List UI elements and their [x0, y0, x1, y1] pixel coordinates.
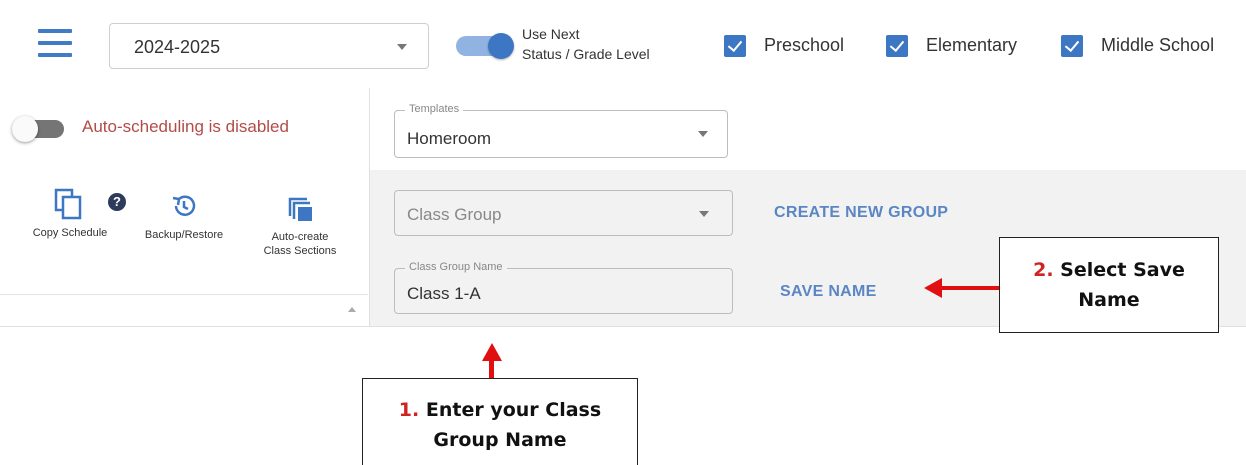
middle-school-checkbox[interactable] [1061, 35, 1083, 57]
history-icon [172, 195, 196, 216]
auto-scheduling-toggle[interactable] [12, 115, 64, 142]
chevron-down-icon [698, 131, 708, 137]
templates-legend: Templates [405, 103, 464, 115]
copy-icon [54, 188, 82, 220]
arrow-head-icon [482, 343, 502, 361]
copy-schedule-label: Copy Schedule [32, 227, 108, 239]
library-icon [288, 197, 312, 221]
chevron-down-icon [397, 44, 407, 50]
class-group-placeholder: Class Group [407, 205, 502, 224]
auto-create-sections-button[interactable]: Auto-create Class Sections [250, 196, 350, 258]
use-next-toggle[interactable] [454, 33, 514, 59]
arrow-line [940, 286, 999, 290]
step-2-callout: 2. Select Save Name [999, 237, 1219, 333]
create-new-group-button[interactable]: CREATE NEW GROUP [774, 204, 948, 222]
save-name-button[interactable]: SAVE NAME [780, 283, 877, 301]
school-year-value: 2024-2025 [134, 37, 221, 57]
templates-area: Templates Homeroom [370, 88, 1246, 170]
step-1-text-line2: Group Name [433, 429, 567, 451]
class-group-name-value: Class 1-A [407, 284, 481, 303]
step-2-text-line2: Name [1078, 289, 1140, 311]
step-1-number: 1. [398, 399, 420, 421]
templates-select[interactable]: Templates Homeroom [394, 103, 728, 158]
menu-icon[interactable] [38, 29, 72, 57]
sidebar: Auto-scheduling is disabled Copy Schedul… [0, 88, 370, 326]
backup-restore-button[interactable]: Backup/Restore [132, 192, 236, 242]
elementary-checkbox[interactable] [886, 35, 908, 57]
auto-create-label: Auto-create Class Sections [263, 231, 337, 257]
preschool-checkbox[interactable] [724, 35, 746, 57]
class-group-name-legend: Class Group Name [405, 261, 507, 273]
auto-scheduling-status: Auto-scheduling is disabled [82, 117, 289, 136]
step-2-text-line1: Select Save [1060, 259, 1185, 281]
preschool-label: Preschool [764, 35, 845, 55]
scroll-up-icon[interactable] [348, 307, 356, 312]
elementary-label: Elementary [926, 35, 1018, 55]
middle-school-label: Middle School [1101, 35, 1215, 55]
chevron-down-icon [699, 211, 709, 217]
copy-schedule-button[interactable]: Copy Schedule [18, 188, 122, 240]
class-group-name-field[interactable]: Class Group Name Class 1-A [394, 261, 733, 314]
use-next-label: Use Next Status / Grade Level [522, 26, 650, 62]
step-1-text-line1: Enter your Class [425, 399, 602, 421]
templates-value: Homeroom [407, 129, 492, 148]
help-icon[interactable]: ? [108, 193, 126, 211]
arrow-line [489, 360, 494, 379]
top-toolbar: 2024-2025 Use Next Status / Grade Level … [0, 0, 1246, 89]
step-2-number: 2. [1033, 259, 1054, 281]
class-group-select[interactable]: Class Group [394, 190, 733, 236]
backup-restore-label: Backup/Restore [144, 229, 224, 241]
school-year-select[interactable]: 2024-2025 [109, 23, 429, 69]
step-1-callout: 1. Enter your Class Group Name [362, 378, 638, 465]
sidebar-scrollbar[interactable] [0, 294, 368, 327]
